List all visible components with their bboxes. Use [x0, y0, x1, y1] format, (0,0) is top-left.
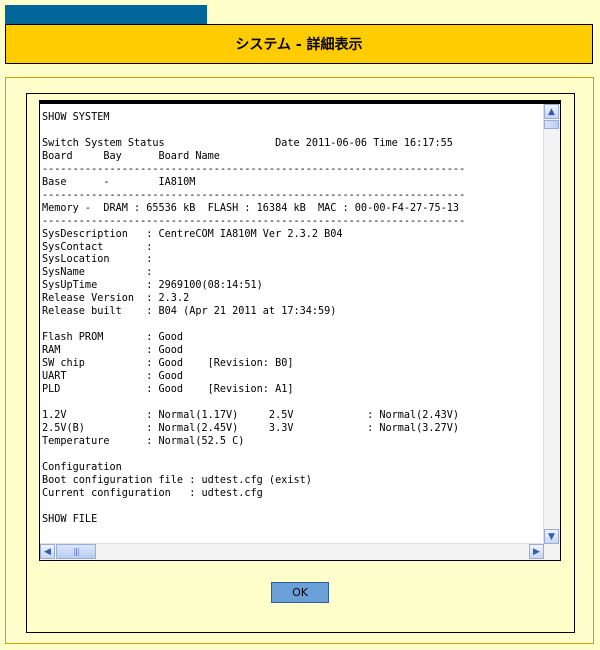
vertical-scroll-thumb[interactable] — [544, 120, 559, 129]
outer-panel: SHOW SYSTEM Switch System Status Date 20… — [5, 77, 594, 644]
scrollbar-corner — [544, 544, 560, 560]
horizontal-scrollbar[interactable]: ◀ ||| ▶ — [40, 543, 544, 560]
scroll-up-icon[interactable]: ▲ — [544, 104, 559, 119]
scroll-down-icon[interactable]: ▼ — [544, 529, 559, 544]
vertical-scrollbar[interactable]: ▲ ▼ — [543, 104, 560, 544]
system-output-text: SHOW SYSTEM Switch System Status Date 20… — [42, 112, 466, 525]
detail-panel: SHOW SYSTEM Switch System Status Date 20… — [26, 93, 575, 633]
horizontal-scroll-thumb[interactable]: ||| — [56, 544, 96, 559]
header-bar: システム - 詳細表示 — [5, 24, 593, 64]
top-tab-strip — [5, 5, 207, 25]
ok-button[interactable]: OK — [271, 582, 329, 603]
scroll-left-icon[interactable]: ◀ — [40, 544, 55, 559]
system-output-textarea[interactable]: SHOW SYSTEM Switch System Status Date 20… — [39, 100, 561, 561]
scroll-right-icon[interactable]: ▶ — [529, 544, 544, 559]
page-title: システム - 詳細表示 — [235, 37, 363, 53]
